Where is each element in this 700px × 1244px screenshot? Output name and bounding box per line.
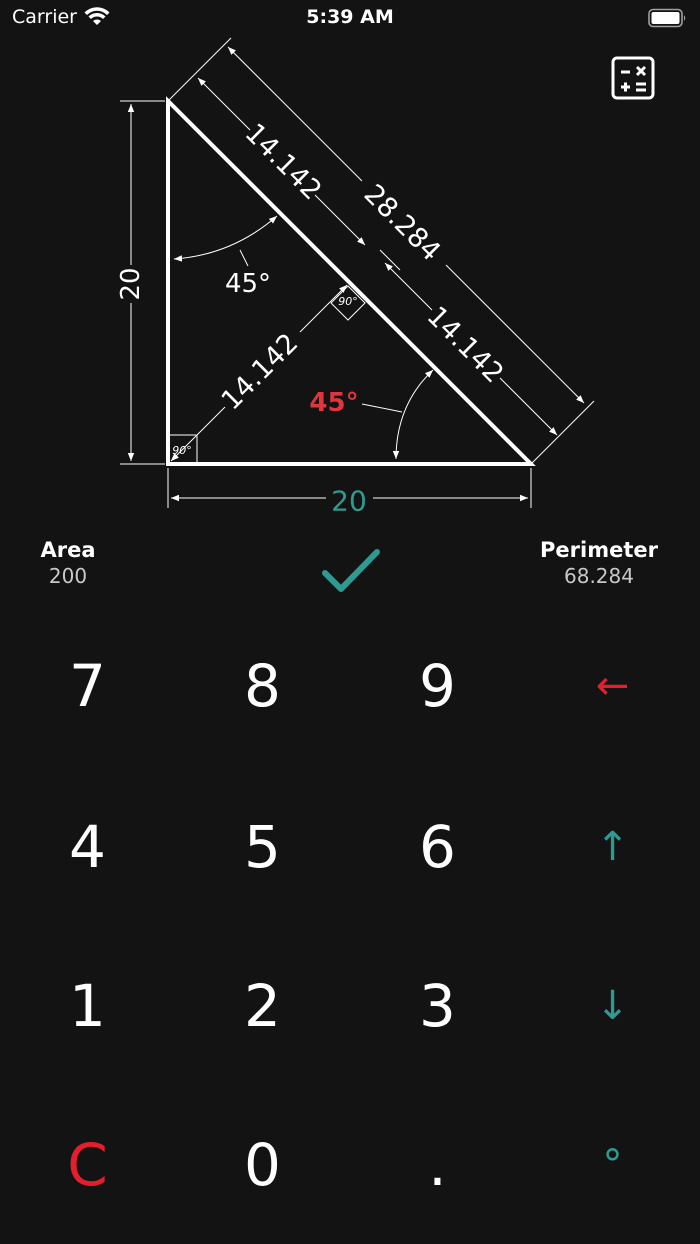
hyp-segment-lower-line xyxy=(384,262,433,311)
area-block: Area 200 xyxy=(40,538,96,588)
altitude-label: 14.142 xyxy=(216,328,305,417)
hyp-segment-upper-line xyxy=(197,77,251,131)
key-4[interactable]: 4 xyxy=(0,767,175,926)
perimeter-label: Perimeter xyxy=(540,538,658,562)
hyp-segment-lower-label: 14.142 xyxy=(421,301,510,390)
perimeter-value: 68.284 xyxy=(564,564,634,588)
hyp-segment-upper-label: 14.142 xyxy=(239,118,328,207)
battery-icon xyxy=(648,8,686,28)
down-button[interactable]: ↓ xyxy=(525,926,700,1085)
key-1[interactable]: 1 xyxy=(0,926,175,1085)
key-7[interactable]: 7 xyxy=(0,606,175,765)
bottom-side-label: 20 xyxy=(331,485,367,518)
decimal-button[interactable]: . xyxy=(350,1085,525,1244)
check-icon[interactable] xyxy=(321,547,381,595)
altitude-line xyxy=(170,406,226,462)
area-label: Area xyxy=(40,538,96,562)
key-2[interactable]: 2 xyxy=(175,926,350,1085)
key-5[interactable]: 5 xyxy=(175,767,350,926)
altitude-right-angle-label: 90° xyxy=(338,295,358,308)
key-0[interactable]: 0 xyxy=(175,1085,350,1244)
hypotenuse-label: 28.284 xyxy=(358,179,447,268)
top-angle-label: 45° xyxy=(225,269,271,299)
bottom-angle-label: 45° xyxy=(309,388,358,418)
key-8[interactable]: 8 xyxy=(175,606,350,765)
left-side-label: 20 xyxy=(116,267,146,300)
degree-button[interactable]: ° xyxy=(525,1085,700,1244)
perimeter-block: Perimeter 68.284 xyxy=(538,538,660,588)
bottom-angle-arc xyxy=(392,369,434,460)
triangle-diagram: 90° 20 20 28.284 14.142 14.142 14.142 90… xyxy=(116,37,595,518)
key-9[interactable]: 9 xyxy=(350,606,525,765)
backspace-button[interactable]: ← xyxy=(525,606,700,765)
keypad: 7 8 9 ← 4 5 6 ↑ 1 2 3 ↓ C 0 . ° xyxy=(0,606,700,1244)
area-value: 200 xyxy=(48,564,88,588)
up-button[interactable]: ↑ xyxy=(525,767,700,926)
top-angle-arc xyxy=(173,215,278,262)
key-6[interactable]: 6 xyxy=(350,767,525,926)
status-time: 5:39 AM xyxy=(306,6,394,28)
clear-button[interactable]: C xyxy=(0,1085,175,1244)
key-3[interactable]: 3 xyxy=(350,926,525,1085)
